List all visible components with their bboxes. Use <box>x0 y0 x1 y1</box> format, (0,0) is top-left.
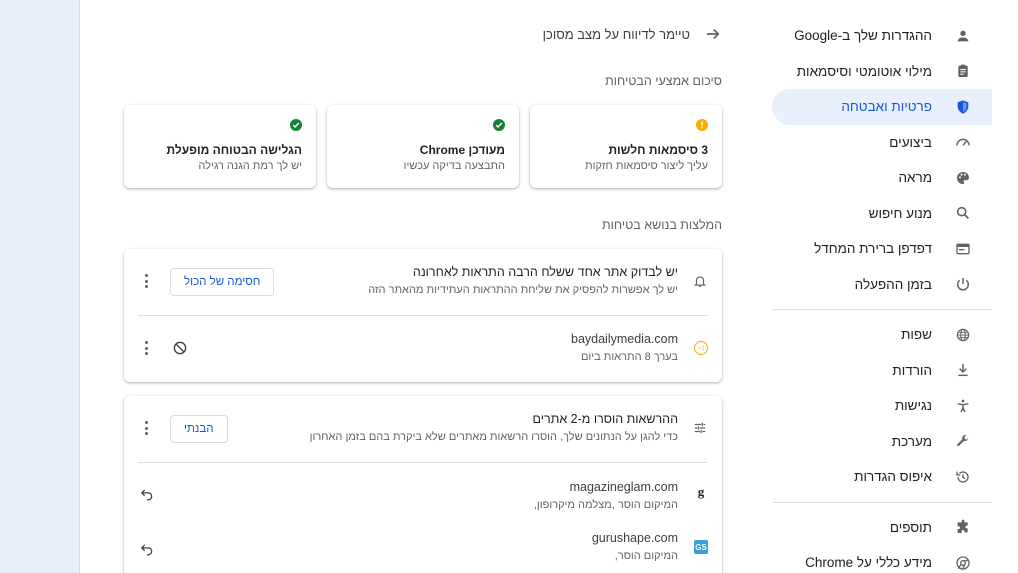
sidebar-item-label: מידע כללי על Chrome <box>805 555 932 571</box>
permissions-removed-header: ההרשאות הוסרו מ-2 אתרים כדי להגן על הנתו… <box>124 396 722 462</box>
sidebar-item-autofill[interactable]: מילוי אוטומטי וסיסמאות <box>772 54 992 90</box>
undo-icon[interactable] <box>138 540 156 558</box>
undo-icon[interactable] <box>138 485 156 503</box>
person-icon <box>954 27 972 45</box>
sidebar-item-label: הורדות <box>892 362 932 378</box>
card-title: מעודכן Chrome <box>419 143 505 157</box>
check-icon <box>290 119 302 131</box>
sidebar-item-extensions[interactable]: תוספים <box>772 510 992 546</box>
card-subtitle: התבצעה בדיקה עכשיו <box>403 160 505 172</box>
warning-icon: ! <box>696 119 708 131</box>
sidebar-item-performance[interactable]: ביצועים <box>772 125 992 161</box>
list-item: g magazineglam.com המיקום הוסר ,מצלמה מי… <box>124 463 722 520</box>
settings-sidebar: ההגדרות שלך ב-Google מילוי אוטומטי וסיסמ… <box>772 18 992 573</box>
sidebar-item-privacy-security[interactable]: פרטיות ואבטחה <box>772 89 992 125</box>
more-options-icon[interactable] <box>138 338 154 358</box>
globe-icon <box>954 326 972 344</box>
sidebar-item-appearance[interactable]: מראה <box>772 160 992 196</box>
sidebar-item-label: איפוס הגדרות <box>854 469 932 485</box>
site-notification-rate: בערך 8 התראות ביום <box>580 351 678 363</box>
sidebar-item-system[interactable]: מערכת <box>772 424 992 460</box>
sidebar-item-label: פרטיות ואבטחה <box>841 99 932 115</box>
card-chrome-updated[interactable]: מעודכן Chrome התבצעה בדיקה עכשיו <box>327 105 519 188</box>
sidebar-item-about-chrome[interactable]: מידע כללי על Chrome <box>772 545 992 573</box>
sidebar-item-label: שפות <box>901 327 932 343</box>
left-background-strip <box>0 0 80 573</box>
sidebar-item-label: מערכת <box>891 433 932 449</box>
site-favicon-icon: ◁ <box>694 341 708 355</box>
safety-summary-cards: ! 3 סיסמאות חלשות עליך ליצור סיסמאות חזק… <box>124 105 722 188</box>
puzzle-icon <box>954 518 972 536</box>
card-title: 3 סיסמאות חלשות <box>608 143 708 157</box>
site-favicon-icon: GS <box>694 540 708 554</box>
sidebar-item-downloads[interactable]: הורדות <box>772 353 992 389</box>
browser-icon <box>954 240 972 258</box>
timer-link-row[interactable]: טיימר לדיווח על מצב מסוכן <box>543 25 722 43</box>
history-icon <box>954 468 972 486</box>
list-item: GS gurushape.com המיקום הוסר, <box>124 520 722 573</box>
sidebar-item-label: תוספים <box>889 519 932 535</box>
bell-icon <box>692 273 708 289</box>
arrow-right-icon <box>704 25 722 43</box>
card-title: הגלישה הבטוחה מופעלת <box>166 143 302 157</box>
site-favicon-icon: g <box>697 484 705 499</box>
download-icon <box>954 361 972 379</box>
palette-icon <box>954 169 972 187</box>
check-icon <box>493 119 505 131</box>
speedometer-icon <box>954 133 972 151</box>
site-domain: magazineglam.com <box>569 480 678 494</box>
block-all-button[interactable]: חסימה של הכול <box>170 268 275 296</box>
sidebar-item-label: בזמן ההפעלה <box>854 276 932 292</box>
block-icon[interactable] <box>171 339 189 357</box>
sidebar-item-label: נגישות <box>894 398 932 414</box>
site-removed-permissions: המיקום הוסר ,מצלמה מיקרופון, <box>533 499 678 511</box>
sidebar-item-label: מראה <box>898 170 932 186</box>
sidebar-item-default-browser[interactable]: דפדפן ברירת המחדל <box>772 231 992 267</box>
sidebar-item-languages[interactable]: שפות <box>772 317 992 353</box>
timer-link-label: טיימר לדיווח על מצב מסוכן <box>542 26 690 42</box>
accessibility-icon <box>954 397 972 415</box>
got-it-button[interactable]: הבנתי <box>170 415 228 443</box>
sidebar-divider <box>772 309 992 310</box>
sidebar-item-label: ההגדרות שלך ב-Google <box>794 28 932 44</box>
tune-icon <box>692 420 708 436</box>
sidebar-item-google-settings[interactable]: ההגדרות שלך ב-Google <box>772 18 992 54</box>
search-icon <box>954 204 972 222</box>
notifications-review-title: יש לבדוק אתר אחד ששלח הרבה התראות לאחרונ… <box>412 265 678 279</box>
sidebar-divider <box>772 501 992 503</box>
sidebar-item-accessibility[interactable]: נגישות <box>772 388 992 424</box>
sidebar-item-reset-settings[interactable]: איפוס הגדרות <box>772 459 992 495</box>
site-domain: baydailymedia.com <box>571 332 678 346</box>
card-subtitle: יש לך רמת הגנה רגילה <box>198 160 302 172</box>
safety-summary-title: סיכום אמצעי הבטיחות <box>605 74 722 88</box>
notifications-review-panel: יש לבדוק אתר אחד ששלח הרבה התראות לאחרונ… <box>124 249 722 382</box>
notifications-review-subtitle: יש לך אפשרות להפסיק את שליחת ההתראות העת… <box>368 284 678 296</box>
more-options-icon[interactable] <box>138 418 154 438</box>
sidebar-item-on-startup[interactable]: בזמן ההפעלה <box>772 267 992 303</box>
site-domain: gurushape.com <box>591 531 678 545</box>
sidebar-item-search-engine[interactable]: מנוע חיפוש <box>772 196 992 232</box>
card-weak-passwords[interactable]: ! 3 סיסמאות חלשות עליך ליצור סיסמאות חזק… <box>530 105 722 188</box>
clipboard-icon <box>954 62 972 80</box>
permissions-removed-panel: ההרשאות הוסרו מ-2 אתרים כדי להגן על הנתו… <box>124 396 722 573</box>
sidebar-item-label: מנוע חיפוש <box>868 205 932 221</box>
power-icon <box>954 275 972 293</box>
permissions-removed-title: ההרשאות הוסרו מ-2 אתרים <box>532 412 678 426</box>
shield-icon <box>954 98 972 116</box>
card-safe-browsing[interactable]: הגלישה הבטוחה מופעלת יש לך רמת הגנה רגיל… <box>124 105 316 188</box>
recommendations-title: המלצות בנושא בטיחות <box>602 218 722 232</box>
site-removed-permissions: המיקום הוסר, <box>614 550 678 562</box>
more-options-icon[interactable] <box>138 271 154 291</box>
sidebar-item-label: מילוי אוטומטי וסיסמאות <box>796 63 932 79</box>
sidebar-item-label: ביצועים <box>889 134 932 150</box>
notifications-review-header: יש לבדוק אתר אחד ששלח הרבה התראות לאחרונ… <box>124 249 722 315</box>
chrome-icon <box>954 554 972 572</box>
wrench-icon <box>954 432 972 450</box>
sidebar-item-label: דפדפן ברירת המחדל <box>814 241 932 257</box>
card-subtitle: עליך ליצור סיסמאות חזקות <box>585 160 708 172</box>
list-item: ◁ baydailymedia.com בערך 8 התראות ביום <box>124 316 722 382</box>
permissions-removed-subtitle: כדי להגן על הנתונים שלך, הוסרו הרשאות מא… <box>309 431 678 443</box>
